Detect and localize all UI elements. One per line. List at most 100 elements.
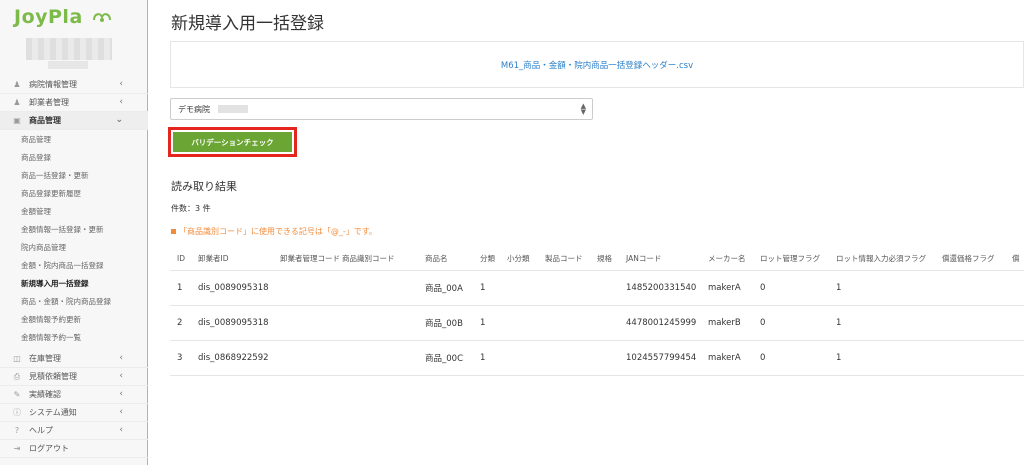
cell-category: 1 — [480, 353, 486, 363]
col-header: 小分類 — [507, 254, 530, 263]
sidebar-item-label: ログアウト — [29, 444, 69, 453]
cell-maker: makerB — [708, 318, 741, 328]
sidebar-subitem[interactable]: 院内商品管理 — [0, 238, 148, 256]
table-header: ID 卸業者ID 卸業者管理コード 商品識別コード 商品名 分類 小分類 製品コ… — [170, 247, 1024, 271]
chevron-down-icon: ⌄ — [115, 115, 123, 125]
sidebar-item-results[interactable]: ✎ 実績確認 ‹ — [0, 386, 148, 404]
col-header: 償 — [1012, 254, 1020, 263]
sidebar-item-label: ヘルプ — [29, 426, 53, 435]
table-row: 1 dis_0089095318 商品_00A 1 1485200331540 … — [170, 271, 1024, 306]
sidebar-item-notifications[interactable]: ⓘ システム通知 ‹ — [0, 404, 148, 422]
cell-lot-flag: 0 — [760, 353, 766, 363]
info-icon: ⓘ — [13, 408, 21, 417]
sidebar-nav: ♟ 病院情報管理 ‹ ♟ 卸業者管理 ‹ ▣ 商品管理 ⌄ 商品管理 商品登録 … — [0, 76, 148, 458]
cell-jan-code: 1485200331540 — [626, 283, 697, 293]
cell-product-name: 商品_00C — [425, 354, 464, 364]
col-header: 分類 — [480, 254, 495, 263]
col-header: 規格 — [597, 254, 612, 263]
cell-product-name: 商品_00B — [425, 319, 463, 329]
sidebar-subitem-current[interactable]: 新規導入用一括登録 — [0, 274, 148, 292]
cell-category: 1 — [480, 283, 486, 293]
sidebar-subitem[interactable]: 金額情報予約一覧 — [0, 328, 148, 346]
hospital-name-redacted — [218, 105, 248, 113]
sidebar-item-label: 実績確認 — [29, 390, 61, 399]
col-header: 商品名 — [425, 254, 448, 263]
sidebar-subitem[interactable]: 商品登録 — [0, 148, 148, 166]
sidebar-item-label: 卸業者管理 — [29, 98, 69, 107]
cell-lot-required-flag: 1 — [836, 283, 842, 293]
col-header: 製品コード — [545, 254, 583, 263]
cell-maker: makerA — [708, 353, 741, 363]
sidebar-item-inventory[interactable]: ◫ 在庫管理 ‹ — [0, 350, 148, 368]
col-header: メーカー名 — [708, 254, 746, 263]
sidebar-item-estimate[interactable]: ⎙ 見積依頼管理 ‹ — [0, 368, 148, 386]
edit-icon: ✎ — [13, 390, 21, 399]
cell-lot-required-flag: 1 — [836, 318, 842, 328]
database-icon: ◫ — [13, 354, 21, 363]
cell-wholesaler-id: dis_0868922592 — [198, 353, 269, 363]
sidebar-item-label: 病院情報管理 — [29, 80, 77, 89]
cell-id: 2 — [177, 318, 183, 328]
table-row: 2 dis_0089095318 商品_00B 1 4478001245999 … — [170, 306, 1024, 341]
validate-button[interactable]: バリデーションチェック — [173, 132, 292, 152]
file-drop-area[interactable]: M61_商品・金額・院内商品一括登録ヘッダー.csv — [170, 41, 1024, 88]
sidebar-item-label: 在庫管理 — [29, 354, 61, 363]
sidebar-subitem[interactable]: 金額情報一括登録・更新 — [0, 220, 148, 238]
logo-mark-icon — [92, 13, 111, 22]
box-icon: ▣ — [13, 116, 21, 125]
result-count: 件数：3 件 — [171, 204, 211, 213]
help-icon: ? — [14, 426, 20, 435]
logout-icon: ⇥ — [13, 444, 21, 453]
sidebar-subitem[interactable]: 商品管理 — [0, 130, 148, 148]
sidebar-item-logout[interactable]: ⇥ ログアウト — [0, 440, 148, 458]
select-arrows-icon: ▲ ▼ — [580, 102, 586, 116]
user-role-redacted — [48, 61, 88, 69]
print-icon: ⎙ — [13, 371, 21, 381]
hospital-select[interactable]: デモ病院 ▲ ▼ — [170, 98, 593, 120]
col-header: 卸業者管理コード — [280, 254, 340, 263]
sidebar-item-help[interactable]: ? ヘルプ ‹ — [0, 422, 148, 440]
chevron-left-icon: ‹ — [119, 79, 123, 89]
cell-jan-code: 1024557799454 — [626, 353, 697, 363]
chevron-left-icon: ‹ — [119, 97, 123, 107]
col-header: ID — [177, 254, 185, 263]
cell-wholesaler-id: dis_0089095318 — [198, 318, 269, 328]
sidebar-item-products[interactable]: ▣ 商品管理 ⌄ — [0, 112, 148, 130]
warning-message: 「商品識別コード」に使用できる記号は「@_-」です。 — [171, 226, 377, 237]
sidebar-subitem[interactable]: 金額・院内商品一括登録 — [0, 256, 148, 274]
warning-text: 「商品識別コード」に使用できる記号は「@_-」です。 — [179, 227, 377, 236]
main-content: 新規導入用一括登録 M61_商品・金額・院内商品一括登録ヘッダー.csv デモ病… — [149, 0, 1024, 465]
sidebar-item-label: 商品管理 — [29, 116, 61, 125]
result-table: ID 卸業者ID 卸業者管理コード 商品識別コード 商品名 分類 小分類 製品コ… — [170, 247, 1024, 376]
chevron-left-icon: ‹ — [119, 371, 123, 381]
table-row: 3 dis_0868922592 商品_00C 1 1024557799454 … — [170, 341, 1024, 376]
col-header: 償還価格フラグ — [942, 254, 995, 263]
sidebar-item-hospital[interactable]: ♟ 病院情報管理 ‹ — [0, 76, 148, 94]
cell-lot-required-flag: 1 — [836, 353, 842, 363]
cell-product-name: 商品_00A — [425, 284, 463, 294]
user-name-redacted — [26, 38, 112, 60]
sidebar-subitem[interactable]: 商品登録更新履歴 — [0, 184, 148, 202]
cell-lot-flag: 0 — [760, 318, 766, 328]
sidebar-subitem[interactable]: 金額情報予約更新 — [0, 310, 148, 328]
chevron-left-icon: ‹ — [119, 353, 123, 363]
cell-maker: makerA — [708, 283, 741, 293]
cell-wholesaler-id: dis_0089095318 — [198, 283, 269, 293]
sidebar-subitem[interactable]: 商品・金額・院内商品登録 — [0, 292, 148, 310]
file-name-link[interactable]: M61_商品・金額・院内商品一括登録ヘッダー.csv — [501, 59, 693, 71]
cell-category: 1 — [480, 318, 486, 328]
sidebar-item-label: システム通知 — [29, 408, 77, 417]
col-header: JANコード — [626, 254, 662, 263]
logo-text: JoyPla — [14, 6, 83, 28]
sidebar-subitem[interactable]: 商品一括登録・更新 — [0, 166, 148, 184]
brand-logo[interactable]: JoyPla — [14, 6, 112, 28]
chevron-left-icon: ‹ — [119, 389, 123, 399]
hospital-select-value: デモ病院 — [178, 104, 210, 114]
warning-bullet-icon — [171, 229, 176, 234]
col-header: ロット管理フラグ — [760, 254, 820, 263]
chevron-left-icon: ‹ — [119, 425, 123, 435]
sidebar: JoyPla ♟ 病院情報管理 ‹ ♟ 卸業者管理 ‹ ▣ 商品管理 ⌄ 商品管… — [0, 0, 148, 465]
sidebar-item-wholesaler[interactable]: ♟ 卸業者管理 ‹ — [0, 94, 148, 112]
col-header: 商品識別コード — [342, 254, 395, 263]
sidebar-subitem[interactable]: 金額管理 — [0, 202, 148, 220]
